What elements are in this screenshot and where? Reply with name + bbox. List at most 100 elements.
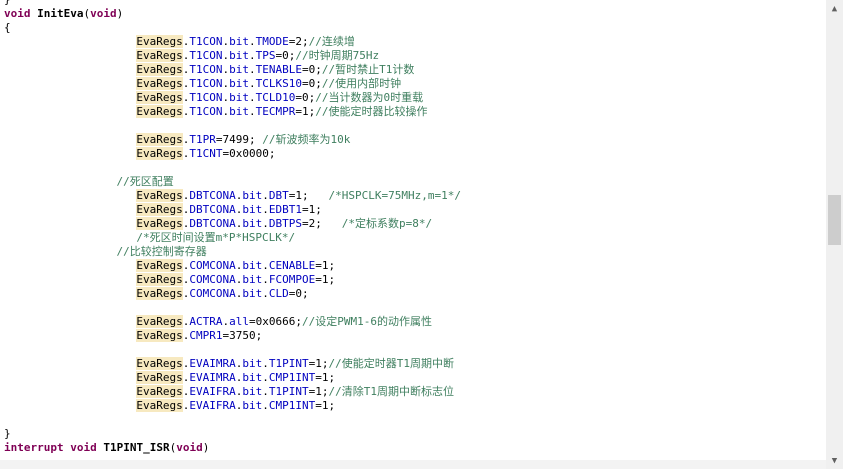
code-token-cm: //使能定时器T1周期中断	[328, 357, 454, 370]
code-token-obj: EvaRegs	[136, 371, 183, 384]
code-line[interactable]: {	[0, 21, 11, 35]
code-line[interactable]: EvaRegs.T1CON.bit.TPS=0;//时钟周期75Hz	[0, 49, 379, 63]
code-token-pl: .	[262, 287, 269, 300]
code-line[interactable]: EvaRegs.COMCONA.bit.CLD=0;	[0, 287, 309, 301]
code-token-obj: EvaRegs	[136, 357, 183, 370]
code-token-fld: T1CON	[189, 49, 223, 62]
code-token-pl: .	[249, 63, 256, 76]
code-token-fld: bit	[229, 105, 249, 118]
code-token-fld: CENABLE	[268, 259, 316, 272]
code-line[interactable]: EvaRegs.ACTRA.all=0x0666;//设定PWM1-6的动作属性	[0, 315, 432, 329]
code-line[interactable]	[0, 413, 4, 427]
code-token-fld: CMPR1	[189, 329, 223, 342]
code-token-fld: COMCONA	[189, 273, 236, 286]
code-token-cm: /*定标系数p=8*/	[341, 217, 433, 230]
code-line[interactable]: EvaRegs.T1CNT=0x0000;	[0, 147, 275, 161]
code-line[interactable]	[0, 301, 4, 315]
code-token-pl: .	[262, 273, 269, 286]
code-line[interactable]: EvaRegs.EVAIFRA.bit.T1PINT=1;//清除T1周期中断标…	[0, 385, 454, 399]
code-line[interactable]: EvaRegs.T1CON.bit.TENABLE=0;//暂时禁止T1计数	[0, 63, 414, 77]
code-token-obj: EvaRegs	[136, 35, 183, 48]
code-token-obj: EvaRegs	[136, 147, 183, 160]
chevron-down-icon[interactable]: ▼	[826, 452, 843, 469]
code-token-kw: void	[70, 441, 97, 454]
code-token-pl: =2;	[288, 35, 309, 48]
code-line[interactable]: EvaRegs.DBTCONA.bit.EDBT1=1;	[0, 203, 322, 217]
code-line[interactable]: //比较控制寄存器	[0, 245, 207, 259]
code-token-fld: bit	[229, 77, 249, 90]
vertical-scrollbar[interactable]: ▲ ▼	[826, 0, 843, 469]
code-line[interactable]: EvaRegs.COMCONA.bit.FCOMPOE=1;	[0, 273, 335, 287]
code-token-cm: //时钟周期75Hz	[295, 49, 380, 62]
code-token-pl: .	[262, 399, 269, 412]
code-token-fld: DBTPS	[268, 217, 302, 230]
code-token-obj: EvaRegs	[136, 189, 183, 202]
code-line[interactable]: EvaRegs.EVAIMRA.bit.CMP1INT=1;	[0, 371, 335, 385]
code-token-fld: TCLD10	[255, 91, 296, 104]
code-token-fld: bit	[242, 287, 263, 300]
code-line[interactable]: EvaRegs.EVAIMRA.bit.T1PINT=1;//使能定时器T1周期…	[0, 357, 454, 371]
code-token-fld: T1PINT	[268, 385, 309, 398]
code-token-fld: bit	[242, 385, 263, 398]
code-token-pl: .	[249, 91, 256, 104]
code-line[interactable]: EvaRegs.DBTCONA.bit.DBTPS=2; /*定标系数p=8*/	[0, 217, 432, 231]
code-token-fld: T1PR	[189, 133, 216, 146]
code-token-pl: =2;	[301, 217, 342, 230]
code-token-pl: =0;	[301, 63, 322, 76]
code-token-fld: ACTRA	[189, 315, 223, 328]
chevron-up-icon[interactable]: ▲	[826, 0, 843, 17]
code-line[interactable]: EvaRegs.EVAIFRA.bit.CMP1INT=1;	[0, 399, 335, 413]
code-token-obj: EvaRegs	[136, 77, 183, 90]
scrollbar-thumb[interactable]	[828, 195, 841, 245]
code-line[interactable]: EvaRegs.T1CON.bit.TMODE=2;//连续增	[0, 35, 355, 49]
code-line[interactable]	[0, 161, 4, 175]
code-token-kw: void	[90, 7, 117, 20]
code-token-pl: .	[262, 259, 269, 272]
code-token-cm: //清除T1周期中断标志位	[328, 385, 454, 398]
code-token-pl: }	[4, 427, 11, 440]
code-line[interactable]: /*死区时间设置m*P*HSPCLK*/	[0, 231, 295, 245]
code-line[interactable]: EvaRegs.DBTCONA.bit.DBT=1; /*HSPCLK=75MH…	[0, 189, 461, 203]
code-token-obj: EvaRegs	[136, 49, 183, 62]
code-line[interactable]	[0, 343, 4, 357]
code-token-pl: {	[4, 21, 11, 34]
code-token-pl: =1;	[288, 189, 329, 202]
code-line[interactable]: }	[0, 0, 11, 7]
code-token-fld: bit	[229, 49, 249, 62]
code-line[interactable]: }	[0, 427, 11, 441]
code-line[interactable]: EvaRegs.COMCONA.bit.CENABLE=1;	[0, 259, 335, 273]
code-line[interactable]: EvaRegs.T1PR=7499; //斩波频率为10k	[0, 133, 350, 147]
code-line[interactable]: EvaRegs.T1CON.bit.TCLKS10=0;//使用内部时钟	[0, 77, 401, 91]
code-token-obj: EvaRegs	[136, 133, 183, 146]
code-token-fld: bit	[242, 399, 263, 412]
code-token-cm: //使用内部时钟	[321, 77, 402, 90]
code-token-pl: .	[262, 357, 269, 370]
code-token-pl: )	[116, 7, 124, 20]
code-token-pl: =0;	[275, 49, 296, 62]
code-token-cm: //当计数器为0时重载	[315, 91, 424, 104]
code-line[interactable]: EvaRegs.CMPR1=3750;	[0, 329, 262, 343]
code-token-pl: =7499;	[215, 133, 263, 146]
code-token-fld: T1CON	[189, 35, 223, 48]
horizontal-scrollbar[interactable]	[0, 460, 826, 469]
code-token-cm: //斩波频率为10k	[262, 133, 351, 146]
code-token-cm: //使能定时器比较操作	[315, 105, 428, 118]
code-line[interactable]	[0, 119, 4, 133]
code-editor[interactable]: }void InitEva(void){EvaRegs.T1CON.bit.TM…	[0, 0, 826, 469]
code-line[interactable]: void InitEva(void)	[0, 7, 123, 21]
code-line[interactable]: EvaRegs.T1CON.bit.TCLD10=0;//当计数器为0时重载	[0, 91, 423, 105]
code-token-pl: =1;	[315, 399, 336, 412]
code-token-obj: EvaRegs	[136, 203, 183, 216]
code-line[interactable]: EvaRegs.T1CON.bit.TECMPR=1;//使能定时器比较操作	[0, 105, 428, 119]
code-token-obj: EvaRegs	[136, 259, 183, 272]
code-token-pl: )	[202, 441, 210, 454]
code-token-fld: T1CON	[189, 63, 223, 76]
code-token-fld: bit	[229, 63, 249, 76]
code-token-kw: void	[176, 441, 203, 454]
code-line[interactable]: //死区配置	[0, 175, 174, 189]
code-token-pl: .	[262, 371, 269, 384]
code-token-fld: bit	[242, 189, 263, 202]
code-token-pl: =0;	[295, 91, 316, 104]
code-token-pl: }	[4, 0, 11, 6]
code-line[interactable]: interrupt void T1PINT_ISR(void)	[0, 441, 209, 455]
